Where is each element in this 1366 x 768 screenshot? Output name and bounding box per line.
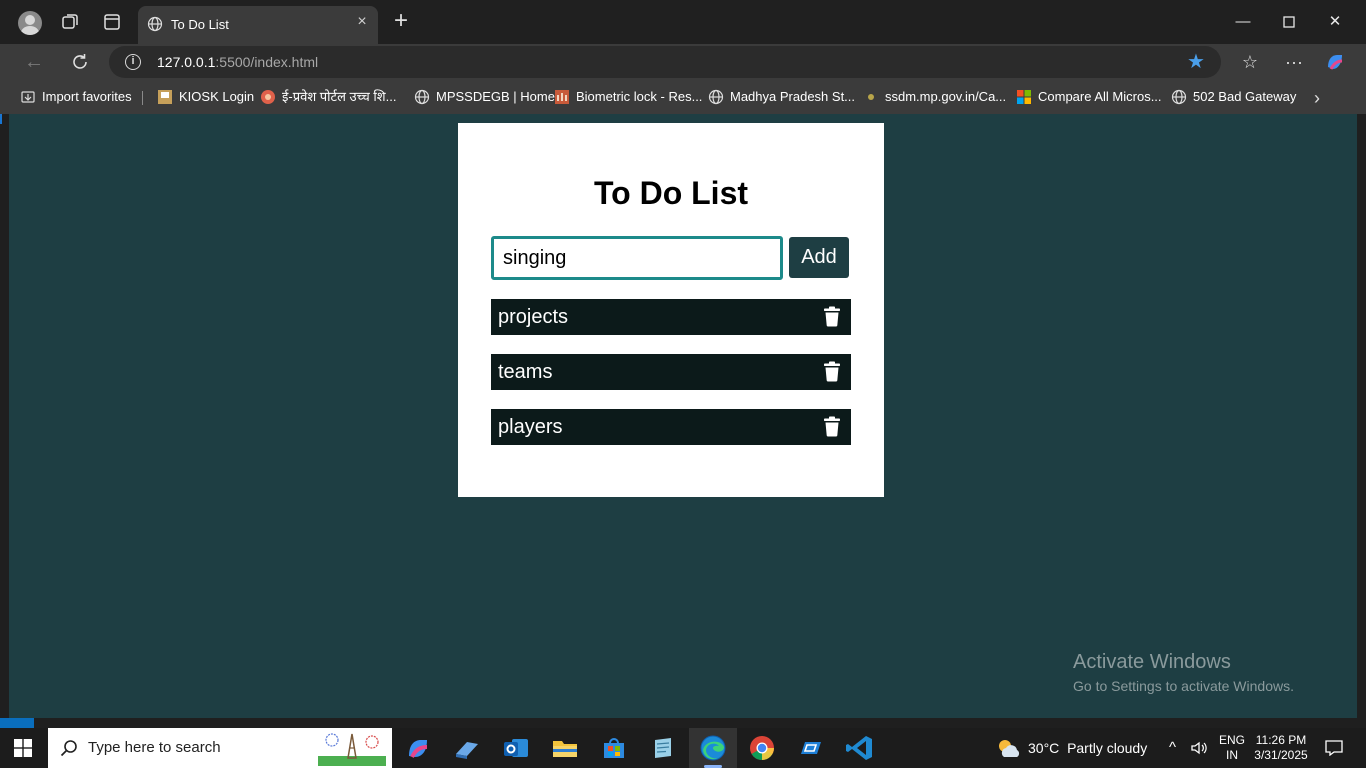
watermark-title: Activate Windows <box>1073 651 1231 673</box>
bookmark-compare-microsoft[interactable]: Compare All Micros... <box>1016 89 1162 107</box>
tab-title: To Do List <box>171 17 229 32</box>
profile-avatar-icon[interactable] <box>18 11 42 35</box>
back-arrow-icon[interactable]: ← <box>24 51 48 73</box>
favorites-icon[interactable]: ☆ <box>1239 51 1261 73</box>
todo-card: To Do List Add projects teams <box>458 123 884 497</box>
outlook-icon[interactable] <box>500 732 532 764</box>
file-manager-app-icon[interactable] <box>451 732 483 764</box>
weather-partly-cloudy-icon[interactable] <box>996 737 1022 759</box>
chevron-right-icon[interactable]: › <box>1314 88 1320 109</box>
tab-actions-icon[interactable] <box>102 12 122 32</box>
bookmark-biometric-lock[interactable]: Biometric lock - Res... <box>554 89 702 107</box>
browser-navbar: ← i 127.0.0.1:5500/index.html ★ ☆ ··· <box>0 44 1366 80</box>
page-left-border <box>0 114 9 718</box>
trash-icon[interactable] <box>823 416 841 437</box>
file-explorer-icon[interactable] <box>549 732 581 764</box>
bookmark-mpssdegb[interactable]: MPSSDEGB | Home <box>414 89 555 107</box>
chrome-browser-icon[interactable] <box>746 732 778 764</box>
trash-icon[interactable] <box>823 306 841 327</box>
list-item: teams <box>491 354 851 390</box>
search-icon <box>60 740 77 757</box>
background-window-accent <box>0 718 34 728</box>
eportal-icon <box>261 90 275 104</box>
favorite-star-icon[interactable]: ★ <box>1187 52 1207 72</box>
copilot-icon[interactable] <box>1324 51 1346 73</box>
bookmark-502-bad-gateway[interactable]: 502 Bad Gateway <box>1171 89 1296 107</box>
reload-icon[interactable] <box>69 51 91 73</box>
close-window-icon[interactable]: ✕ <box>1325 12 1345 32</box>
task-text: projects <box>498 306 569 328</box>
minimize-icon[interactable]: — <box>1233 12 1253 32</box>
task-text: teams <box>498 361 553 383</box>
import-icon <box>21 91 35 103</box>
search-placeholder: Type here to search <box>88 739 221 756</box>
workspaces-icon[interactable] <box>60 12 80 32</box>
search-highlight-illustration-icon <box>318 733 386 766</box>
copilot-app-icon[interactable] <box>402 732 434 764</box>
windows-taskbar: Type here to search 30°C Partly cloudy ^… <box>0 728 1366 768</box>
task-text: players <box>498 416 563 438</box>
bookmark-eportal[interactable]: ई-प्रवेश पोर्टल उच्च शि... <box>260 89 396 107</box>
background-window-strip <box>0 718 1366 728</box>
clock[interactable]: 11:26 PM 3/31/2025 <box>1253 733 1309 763</box>
address-bar[interactable]: i 127.0.0.1:5500/index.html ★ <box>109 46 1221 78</box>
close-tab-icon[interactable]: × <box>355 14 369 30</box>
list-item: players <box>491 409 851 445</box>
page-title: To Do List <box>593 175 749 211</box>
browser-titlebar: To Do List × + — ✕ <box>0 0 1366 44</box>
bookmark-ssdm[interactable]: ssdm.mp.gov.in/Ca... <box>863 89 1006 107</box>
vscode-icon[interactable] <box>844 732 876 764</box>
bookmark-madhya-pradesh[interactable]: Madhya Pradesh St... <box>708 89 855 107</box>
taskbar-search-box[interactable]: Type here to search <box>48 728 392 768</box>
windows-start-icon[interactable] <box>14 739 32 757</box>
url-text[interactable]: 127.0.0.1:5500/index.html <box>157 54 318 70</box>
biometric-icon <box>555 90 569 104</box>
task-list: projects teams players <box>491 299 851 464</box>
volume-icon[interactable] <box>1190 739 1208 757</box>
notepad-app-icon[interactable] <box>647 732 679 764</box>
activate-windows-watermark: Activate Windows Go to Settings to activ… <box>1073 651 1294 694</box>
dot-icon <box>868 94 874 100</box>
page-left-accent <box>0 114 2 124</box>
globe-icon <box>414 89 430 105</box>
bookmark-import-favorites[interactable]: Import favorites <box>20 89 132 107</box>
microsoft-icon <box>1017 90 1031 104</box>
globe-icon <box>147 16 163 32</box>
globe-icon <box>708 89 724 105</box>
watermark-subtitle: Go to Settings to activate Windows. <box>1073 678 1294 694</box>
bookmark-kiosk-login[interactable]: KIOSK Login <box>157 89 254 107</box>
new-tab-icon[interactable]: + <box>390 9 412 33</box>
list-item: projects <box>491 299 851 335</box>
page-right-border <box>1357 114 1366 718</box>
add-button[interactable]: Add <box>789 237 849 278</box>
microsoft-store-icon[interactable] <box>598 732 630 764</box>
remote-app-icon[interactable] <box>795 732 827 764</box>
more-menu-icon[interactable]: ··· <box>1283 51 1305 73</box>
maximize-icon[interactable] <box>1279 12 1299 32</box>
page-viewport: To Do List Add projects teams <box>9 114 1357 718</box>
trash-icon[interactable] <box>823 361 841 382</box>
tab-to-do-list[interactable]: To Do List × <box>138 6 378 44</box>
language-indicator[interactable]: ENG IN <box>1219 733 1245 763</box>
edge-browser-icon[interactable] <box>697 732 729 764</box>
kiosk-icon <box>158 90 172 104</box>
bookmark-separator <box>142 91 143 105</box>
task-input[interactable] <box>491 236 783 280</box>
weather-widget[interactable]: 30°C Partly cloudy <box>1028 740 1147 756</box>
bookmarks-bar: Import favorites KIOSK Login ई-प्रवेश पो… <box>0 80 1366 114</box>
globe-icon <box>1171 89 1187 105</box>
notification-center-icon[interactable] <box>1325 740 1343 756</box>
show-hidden-icons-chevron-icon[interactable]: ^ <box>1169 739 1176 756</box>
site-info-icon[interactable]: i <box>125 54 141 70</box>
